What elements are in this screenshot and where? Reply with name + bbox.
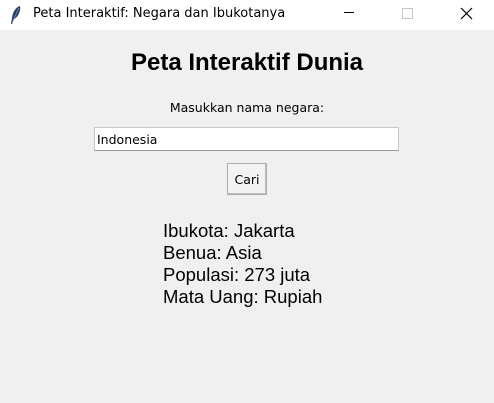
continent-text: Benua: Asia [163, 242, 262, 263]
country-input-label: Masukkan nama negara: [169, 100, 325, 115]
title-bar[interactable]: Peta Interaktif: Negara dan Ibukotanya [0, 0, 494, 30]
capital-text: Ibukota: Jakarta [163, 220, 295, 241]
result-panel: Ibukota: Jakarta Benua: Asia Populasi: 2… [163, 220, 322, 308]
currency-text: Mata Uang: Rupiah [163, 286, 323, 307]
population-text: Populasi: 273 juta [163, 264, 311, 285]
country-input[interactable] [94, 127, 399, 151]
app-window: Peta Interaktif: Negara dan Ibukotanya P… [0, 0, 494, 403]
search-button[interactable]: Cari [227, 163, 267, 195]
page-title: Peta Interaktif Dunia [130, 49, 364, 76]
maximize-icon[interactable] [384, 0, 430, 30]
window-title: Peta Interaktif: Negara dan Ibukotanya [33, 6, 286, 21]
close-icon[interactable] [443, 0, 489, 30]
feather-icon [8, 5, 24, 25]
minimize-icon[interactable] [326, 0, 372, 30]
